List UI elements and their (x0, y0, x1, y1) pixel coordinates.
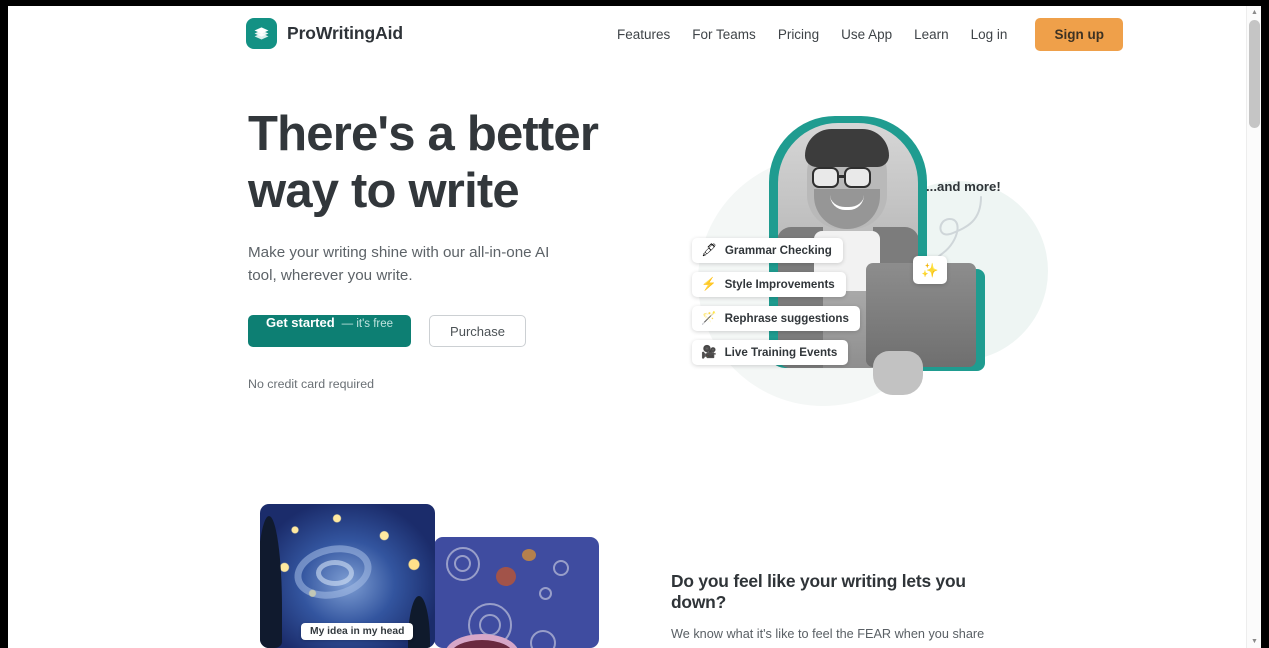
scrollbar-thumb[interactable] (1249, 20, 1260, 128)
swirl-shape (454, 555, 471, 572)
swirl-shape (553, 560, 569, 576)
nav-item-for-teams[interactable]: For Teams (681, 27, 767, 42)
glasses-bridge (839, 175, 846, 178)
swirl-shape (479, 614, 501, 636)
feature-chip-label: Style Improvements (724, 278, 835, 291)
feature-chip-list: 🖋 Grammar Checking ⚡ Style Improvements … (692, 238, 860, 365)
magic-wand-icon: 🪄 (701, 311, 717, 326)
orange-blob (496, 567, 516, 586)
starry-caption: My idea in my head (301, 623, 414, 640)
brand-logo[interactable]: ProWritingAid (246, 18, 403, 49)
scroll-down-arrow-icon[interactable]: ▼ (1247, 635, 1261, 648)
hero-title-line-2: way to write (248, 164, 520, 218)
page-content: ProWritingAid Features For Teams Pricing… (8, 6, 1246, 648)
feature-chip-label: Live Training Events (724, 346, 838, 359)
lower-section-body: We know what it's like to feel the FEAR … (671, 627, 1002, 648)
nav-item-use-app[interactable]: Use App (830, 27, 903, 42)
cypress-tree (260, 516, 282, 648)
hero-illustration: 🖋 Grammar Checking ⚡ Style Improvements … (668, 101, 1048, 406)
hero-copy: There's a better way to write Make your … (248, 106, 628, 391)
get-started-label: Get started (266, 315, 335, 330)
feature-chip-live-training-events: 🎥 Live Training Events (692, 340, 849, 365)
nav-item-learn[interactable]: Learn (903, 27, 960, 42)
lightning-bolt-icon: ⚡ (701, 277, 717, 292)
nav-item-features[interactable]: Features (606, 27, 681, 42)
site-header: ProWritingAid Features For Teams Pricing… (8, 6, 1246, 63)
get-started-button[interactable]: Get started — it's free (248, 315, 412, 347)
hero-title-line-1: There's a better (248, 107, 599, 161)
orange-blob (522, 549, 536, 561)
scroll-up-arrow-icon[interactable]: ▲ (1247, 6, 1261, 19)
browser-viewport: ProWritingAid Features For Teams Pricing… (8, 6, 1261, 648)
nav-item-log-in[interactable]: Log in (960, 27, 1019, 42)
swirl-shape (539, 587, 552, 600)
brand-name: ProWritingAid (287, 23, 404, 43)
no-credit-card-note: No credit card required (248, 377, 375, 391)
cypress-tree-small (408, 596, 430, 648)
feature-chip-label: Grammar Checking (724, 244, 832, 257)
purple-doodle-panel (434, 537, 599, 648)
sparkles-icon: ✨ (921, 261, 939, 278)
lower-copy: Do you feel like your writing lets you d… (671, 571, 1016, 648)
hand (873, 351, 923, 395)
feature-chip-label: Rephrase suggestions (724, 312, 849, 325)
feature-chip-rephrase-suggestions: 🪄 Rephrase suggestions (692, 306, 860, 331)
swirl-shape (530, 630, 556, 648)
feather-pen-icon: 🖋 (701, 243, 717, 258)
purchase-button[interactable]: Purchase (429, 315, 526, 347)
starry-swirl-inner (316, 560, 354, 586)
and-more-label: ...and more! (926, 179, 1001, 194)
hair (805, 129, 889, 167)
sign-up-button[interactable]: Sign up (1035, 18, 1123, 51)
get-started-note: — it's free (341, 318, 394, 330)
hero-subtitle: Make your writing shine with our all-in-… (248, 244, 550, 284)
movie-camera-icon: 🎥 (701, 345, 717, 360)
nav-item-pricing[interactable]: Pricing (767, 27, 830, 42)
glasses-left-lens (812, 167, 839, 188)
feature-chip-style-improvements: ⚡ Style Improvements (692, 272, 846, 297)
hero-cta-group: Get started — it's free Purchase (248, 315, 628, 347)
sparkle-badge: ✨ (913, 256, 947, 284)
glasses-right-lens (844, 167, 871, 188)
lower-section-title: Do you feel like your writing lets you d… (671, 571, 966, 612)
stacked-pages-icon (246, 18, 277, 49)
vertical-scrollbar[interactable]: ▲ ▼ (1246, 6, 1261, 648)
hero-title: There's a better way to write (248, 106, 628, 220)
main-navigation: Features For Teams Pricing Use App Learn… (606, 6, 1123, 63)
feature-chip-grammar-checking: 🖋 Grammar Checking (692, 238, 843, 263)
